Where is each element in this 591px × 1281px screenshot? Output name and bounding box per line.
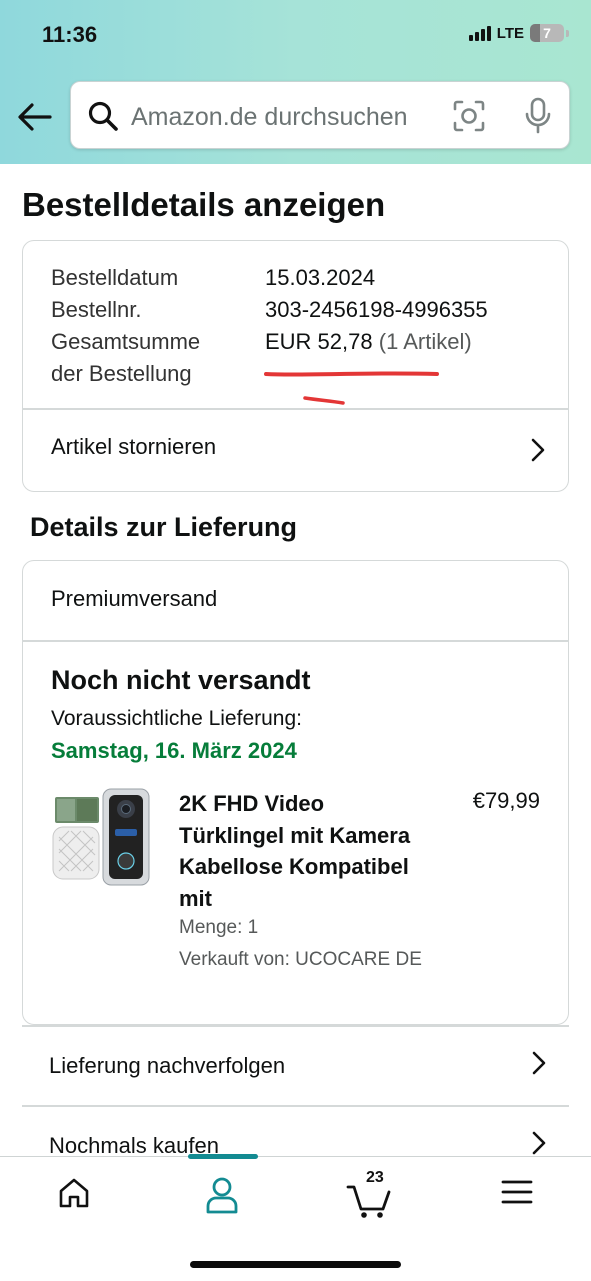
cart-count-badge: 23	[366, 1169, 384, 1186]
nav-menu[interactable]	[487, 1175, 547, 1219]
red-underline-annotation	[264, 371, 439, 405]
shipment-status: Noch nicht versandt	[51, 665, 311, 695]
product-title-link[interactable]: 2K FHD Video Türklingel mit Kamera Kabel…	[179, 788, 419, 914]
menu-icon	[501, 1180, 533, 1204]
account-icon	[206, 1177, 238, 1214]
track-delivery-row[interactable]: Lieferung nachverfolgen	[22, 1025, 569, 1105]
delivery-section-title: Details zur Lieferung	[30, 512, 298, 542]
order-date-value: 15.03.2024	[265, 265, 376, 290]
battery-icon: 7	[530, 24, 564, 42]
product-image[interactable]	[51, 787, 151, 887]
nav-home[interactable]	[44, 1175, 104, 1219]
order-total-label-2: der Bestellung	[51, 361, 192, 386]
track-delivery-label: Lieferung nachverfolgen	[49, 1053, 286, 1078]
product-quantity: Menge: 1	[179, 917, 259, 938]
search-input[interactable]: Amazon.de durchsuchen	[131, 103, 408, 132]
nav-account[interactable]	[192, 1175, 252, 1219]
eta-date: Samstag, 16. März 2024	[51, 738, 297, 763]
status-time: 11:36	[42, 22, 98, 47]
chevron-right-icon	[532, 1131, 546, 1155]
order-total-value-line: EUR 52,78 (1 Artikel)	[265, 329, 472, 355]
active-tab-indicator	[188, 1154, 258, 1159]
eta-label: Voraussichtliche Lieferung:	[51, 707, 302, 730]
microphone-icon[interactable]	[523, 97, 553, 140]
order-total-label: Gesamtsumme	[51, 329, 201, 354]
camera-search-icon[interactable]	[451, 98, 487, 139]
page-title: Bestelldetails anzeigen	[22, 186, 386, 223]
chevron-right-icon	[532, 1051, 546, 1075]
chevron-right-icon	[531, 438, 545, 462]
search-bar[interactable]: Amazon.de durchsuchen	[70, 81, 570, 149]
nav-cart[interactable]: 23	[340, 1169, 400, 1219]
status-indicators: LTE 7	[468, 24, 569, 42]
network-type: LTE	[496, 24, 524, 42]
home-icon	[59, 1178, 89, 1208]
product-seller: Verkauft von: UCOCARE DE	[179, 949, 422, 970]
order-item-count: (1 Artikel)	[378, 329, 472, 354]
order-number-value: 303-2456198-4996355	[265, 297, 488, 322]
product-price: €79,99	[472, 788, 540, 813]
shipping-method: Premiumversand	[51, 586, 218, 611]
app-header: 11:36 LTE 7 Amazon.de durchsuchen	[0, 0, 591, 164]
cancel-items-label: Artikel stornieren	[51, 434, 217, 459]
order-summary-card: Bestelldatum 15.03.2024 Bestellnr. 303-2…	[22, 240, 569, 492]
order-total-value: EUR 52,78	[265, 329, 373, 354]
signal-icon	[468, 25, 491, 41]
cancel-items-row[interactable]: Artikel stornieren	[23, 409, 568, 491]
order-date-label: Bestelldatum	[51, 265, 179, 290]
order-number-label: Bestellnr.	[51, 297, 142, 322]
back-arrow-icon[interactable]	[16, 98, 54, 136]
delivery-card: Premiumversand Noch nicht versandt Vorau…	[22, 560, 569, 1025]
battery-level: 7	[543, 25, 551, 41]
search-icon	[87, 100, 119, 137]
bottom-navigation: 23	[0, 1154, 591, 1281]
home-indicator-bar	[190, 1261, 401, 1268]
